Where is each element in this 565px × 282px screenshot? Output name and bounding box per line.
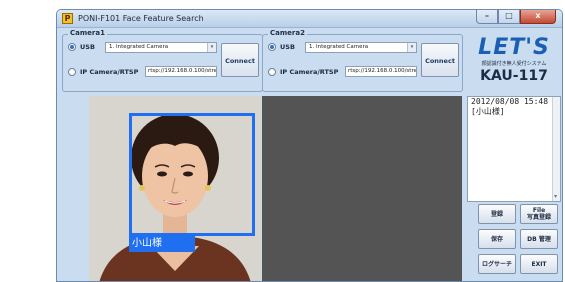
log-search-button-label: ログサーチ (481, 260, 512, 268)
register-button[interactable]: 登録 (478, 204, 516, 224)
camera2-legend: Camera2 (268, 28, 307, 39)
save-button[interactable]: 保存 (478, 229, 516, 249)
camera2-ip-label: IP Camera/RTSP (280, 68, 339, 76)
camera2-usb-option[interactable]: USB (268, 41, 295, 53)
exit-button[interactable]: EXIT (520, 254, 558, 274)
log-scrollbar[interactable] (552, 97, 560, 201)
camera2-usb-label: USB (280, 43, 295, 51)
camera2-device-select[interactable]: 1. Integrated Camera ▾ (305, 42, 417, 53)
camera2-device-value: 1. Integrated Camera (309, 44, 369, 50)
camera1-ip-option[interactable]: IP Camera/RTSP (68, 66, 138, 78)
camera1-video-feed: 小山様 (89, 96, 261, 281)
log-line: 2012/08/08 15:48 (471, 97, 549, 106)
camera2-ip-option[interactable]: IP Camera/RTSP (268, 66, 338, 78)
chevron-down-icon[interactable]: ▾ (207, 43, 216, 52)
file-photo-register-button[interactable]: File 写真登録 (520, 204, 558, 224)
camera1-rtsp-input[interactable]: rtsp://192.168.0.100/stre (145, 66, 217, 77)
camera1-usb-radio[interactable] (68, 43, 76, 51)
model-name: KAU-117 (480, 68, 548, 84)
camera1-group: Camera1 USB 1. Integrated Camera ▾ IP Ca… (62, 28, 263, 92)
title-bar[interactable]: P PONI-F101 Face Feature Search – □ x (57, 10, 562, 28)
maximize-button[interactable]: □ (498, 10, 520, 24)
camera1-device-select[interactable]: 1. Integrated Camera ▾ (105, 42, 217, 53)
db-manage-button[interactable]: DB 管理 (520, 229, 558, 249)
register-button-label: 登録 (490, 210, 503, 218)
detected-name-tag: 小山様 (129, 236, 195, 252)
file-button-label-line2: 写真登録 (526, 214, 551, 221)
camera1-connect-button[interactable]: Connect (221, 43, 259, 77)
chevron-down-icon[interactable]: ▾ (407, 43, 416, 52)
face-detection-box (129, 113, 255, 236)
file-button-label-line1: File (532, 207, 546, 214)
db-manage-button-label: DB 管理 (527, 235, 551, 243)
camera2-group: Camera2 USB 1. Integrated Camera ▾ IP Ca… (262, 28, 463, 92)
close-button[interactable]: x (520, 10, 556, 24)
brand-logo: LET'S 顔認識付き無人受付システム KAU-117 (467, 36, 561, 96)
window-title: PONI-F101 Face Feature Search (78, 14, 204, 23)
save-button-label: 保存 (490, 235, 503, 243)
logo-subtitle: 顔認識付き無人受付システム (481, 61, 547, 67)
camera1-usb-label: USB (80, 43, 95, 51)
camera2-video-feed (262, 96, 462, 281)
camera1-device-value: 1. Integrated Camera (109, 44, 169, 50)
log-search-button[interactable]: ログサーチ (478, 254, 516, 274)
camera2-connect-button[interactable]: Connect (421, 43, 459, 77)
camera1-ip-label: IP Camera/RTSP (80, 68, 139, 76)
logo-mark: LET'S (478, 35, 550, 60)
exit-button-label: EXIT (531, 260, 547, 268)
window-controls: – □ x (476, 10, 556, 26)
camera1-ip-radio[interactable] (68, 68, 76, 76)
app-window: P PONI-F101 Face Feature Search – □ x Ca… (56, 9, 563, 282)
log-line: [小山様] (471, 107, 505, 116)
camera2-rtsp-input[interactable]: rtsp://192.168.0.100/stre (345, 66, 417, 77)
recognition-log[interactable]: 2012/08/08 15:48 [小山様] (467, 96, 561, 202)
minimize-button[interactable]: – (476, 10, 498, 24)
camera1-usb-option[interactable]: USB (68, 41, 95, 53)
camera1-legend: Camera1 (68, 28, 107, 39)
camera2-usb-radio[interactable] (268, 43, 276, 51)
camera2-ip-radio[interactable] (268, 68, 276, 76)
app-icon: P (62, 13, 73, 24)
